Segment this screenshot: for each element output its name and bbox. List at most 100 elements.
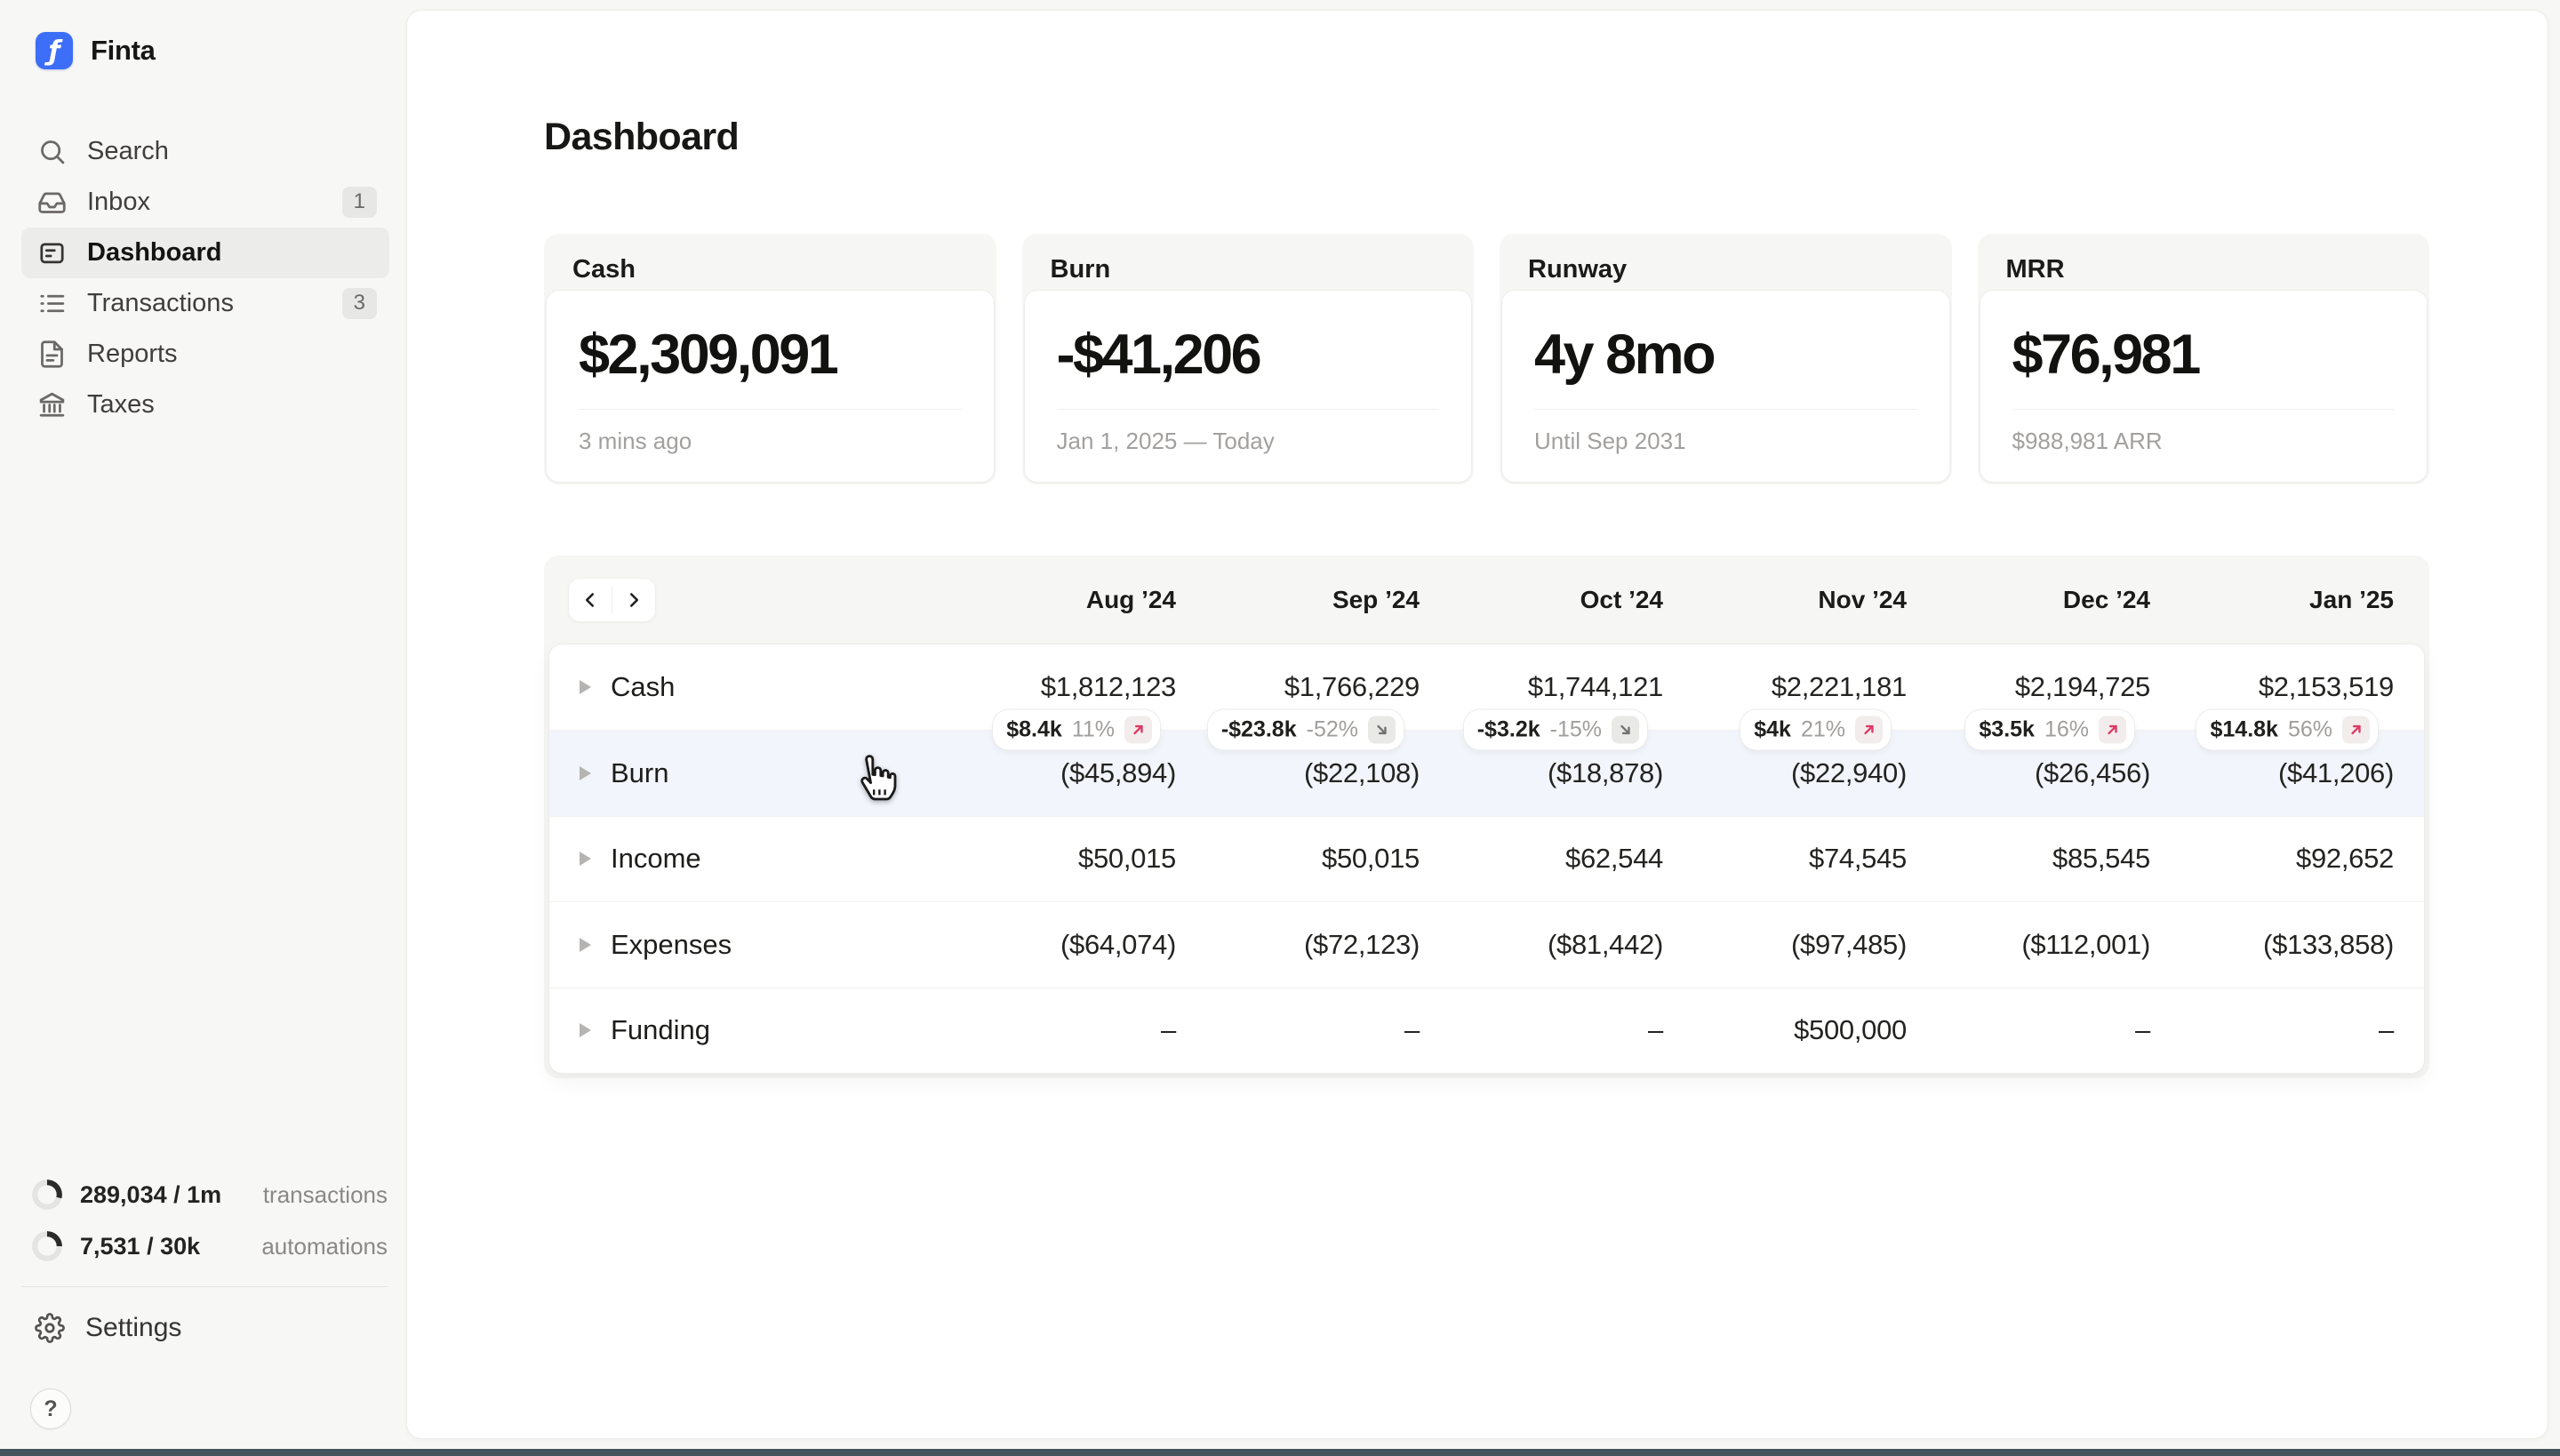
sidebar-item-reports[interactable]: Reports [21,329,389,380]
sidebar-item-label: Inbox [87,188,150,217]
cell-value: $62,544 [1420,843,1663,875]
table-header: Aug ’24 Sep ’24 Oct ’24 Nov ’24 Dec ’24 … [544,556,2429,644]
expand-triangle-icon[interactable] [580,852,591,866]
cell-value: ($133,858) [2150,929,2394,961]
sidebar-item-transactions[interactable]: Transactions 3 [21,278,389,329]
month-pager [569,579,655,621]
sidebar-item-search[interactable]: Search [21,126,389,177]
kpi-card-body: $76,981 $988,981 ARR [1980,291,2428,482]
sidebar-item-label: Search [87,137,169,166]
window-bottom-edge [0,1449,2560,1456]
column-header: Nov ’24 [1663,586,1907,614]
table-row-income[interactable]: Income $50,015 $50,015 $62,544 $74,545 $… [549,816,2424,901]
previous-month-button[interactable] [569,579,612,621]
kpi-divider [2012,409,2396,410]
cell-value: $74,545 [1663,843,1907,875]
kpi-title: MRR [1978,234,2430,284]
column-header: Sep ’24 [1176,586,1420,614]
kpi-divider [1534,409,1917,410]
kpi-subtext: Until Sep 2031 [1534,428,1917,455]
dashboard-icon [36,237,68,269]
row-label: Cash [611,671,932,703]
sidebar-item-taxes[interactable]: Taxes [21,380,389,430]
finta-logo-icon: ƒ [36,32,73,69]
row-label: Expenses [611,929,932,961]
kpi-subtext: 3 mins ago [579,428,962,455]
kpi-cards: Cash $2,309,091 3 mins ago Burn -$41,206… [544,234,2429,484]
cell-value: – [1907,1014,2150,1046]
kpi-title: Cash [544,234,996,284]
kpi-card-body: $2,309,091 3 mins ago [547,291,994,482]
sidebar-footer: 289,034 / 1m transactions 7,531 / 30k au… [21,1169,388,1429]
sidebar-item-settings[interactable]: Settings [21,1303,388,1353]
usage-label: automations [261,1233,388,1260]
app-logo: ƒ Finta [21,32,389,69]
cell-value: ($112,001) [1907,929,2150,961]
column-header: Aug ’24 [932,586,1176,614]
table-body: Cash $1,812,123 $1,766,229 $1,744,121 $2… [549,644,2424,1073]
cell-value: $2,194,725 [1907,671,2150,703]
kpi-card-mrr: MRR $76,981 $988,981 ARR [1978,234,2430,484]
sidebar-item-inbox[interactable]: Inbox 1 [21,177,389,228]
kpi-value: -$41,206 [1057,323,1440,387]
cell-value: $1,744,121 [1420,671,1663,703]
cell-value: ($97,485) [1663,929,1907,961]
column-header: Oct ’24 [1420,586,1663,614]
cell-value: – [1176,1014,1420,1046]
kpi-card-burn: Burn -$41,206 Jan 1, 2025 — Today [1022,234,1475,484]
help-icon: ? [44,1396,57,1422]
table-row-burn[interactable]: Burn ($45,894) ($22,108) ($18,878) ($22,… [549,730,2424,815]
sidebar-item-dashboard[interactable]: Dashboard [21,228,389,278]
row-label: Income [611,843,932,875]
reports-icon [36,339,68,371]
table-row-cash[interactable]: Cash $1,812,123 $1,766,229 $1,744,121 $2… [549,644,2424,730]
sidebar-item-label: Transactions [87,289,234,318]
help-button[interactable]: ? [30,1388,71,1429]
chevron-left-icon [579,588,602,612]
table-row-funding[interactable]: Funding – – – $500,000 – – [549,988,2424,1073]
kpi-subtext: $988,981 ARR [2012,428,2396,455]
usage-transactions: 289,034 / 1m transactions [21,1169,388,1220]
kpi-divider [579,409,962,410]
kpi-subtext: Jan 1, 2025 — Today [1057,428,1440,455]
transactions-count-badge: 3 [342,288,377,319]
taxes-icon [36,389,68,421]
main-panel: Dashboard Cash $2,309,091 3 mins ago Bur… [407,11,2548,1438]
expand-triangle-icon[interactable] [580,766,591,780]
cell-value: – [1420,1014,1663,1046]
expand-triangle-icon[interactable] [580,680,591,694]
page-title: Dashboard [544,116,2429,159]
usage-value: 289,034 / 1m [80,1181,221,1209]
sidebar-item-label: Taxes [87,390,155,420]
cell-value: $50,015 [1176,843,1420,875]
cell-value: ($26,456) [1907,757,2150,789]
kpi-divider [1057,409,1440,410]
inbox-count-badge: 1 [342,187,377,218]
search-icon [36,136,68,168]
cell-value: $50,015 [932,843,1176,875]
kpi-value: $76,981 [2012,323,2396,387]
cell-value: ($41,206) [2150,757,2394,789]
settings-label: Settings [85,1313,181,1343]
sidebar-nav: Search Inbox 1 Dashboard Transactions 3 [21,126,389,430]
cell-value: $2,221,181 [1663,671,1907,703]
cell-value: ($72,123) [1176,929,1420,961]
monthly-table: Aug ’24 Sep ’24 Oct ’24 Nov ’24 Dec ’24 … [544,556,2429,1078]
kpi-card-runway: Runway 4y 8mo Until Sep 2031 [1500,234,1952,484]
expand-triangle-icon[interactable] [580,1023,591,1037]
cell-value: $500,000 [1663,1014,1907,1046]
expand-triangle-icon[interactable] [580,938,591,952]
kpi-card-body: -$41,206 Jan 1, 2025 — Today [1025,291,1472,482]
usage-label: transactions [263,1181,388,1209]
chevron-right-icon [622,588,645,612]
kpi-title: Burn [1022,234,1475,284]
row-label: Funding [611,1014,932,1046]
column-header: Jan ’25 [2150,586,2394,614]
table-row-expenses[interactable]: Expenses ($64,074) ($72,123) ($81,442) (… [549,901,2424,987]
cell-value: ($81,442) [1420,929,1663,961]
cell-value: $1,812,123 [932,671,1176,703]
cell-value: ($18,878) [1420,757,1663,789]
sidebar-item-label: Dashboard [87,238,221,268]
next-month-button[interactable] [612,579,655,621]
cell-value: $85,545 [1907,843,2150,875]
